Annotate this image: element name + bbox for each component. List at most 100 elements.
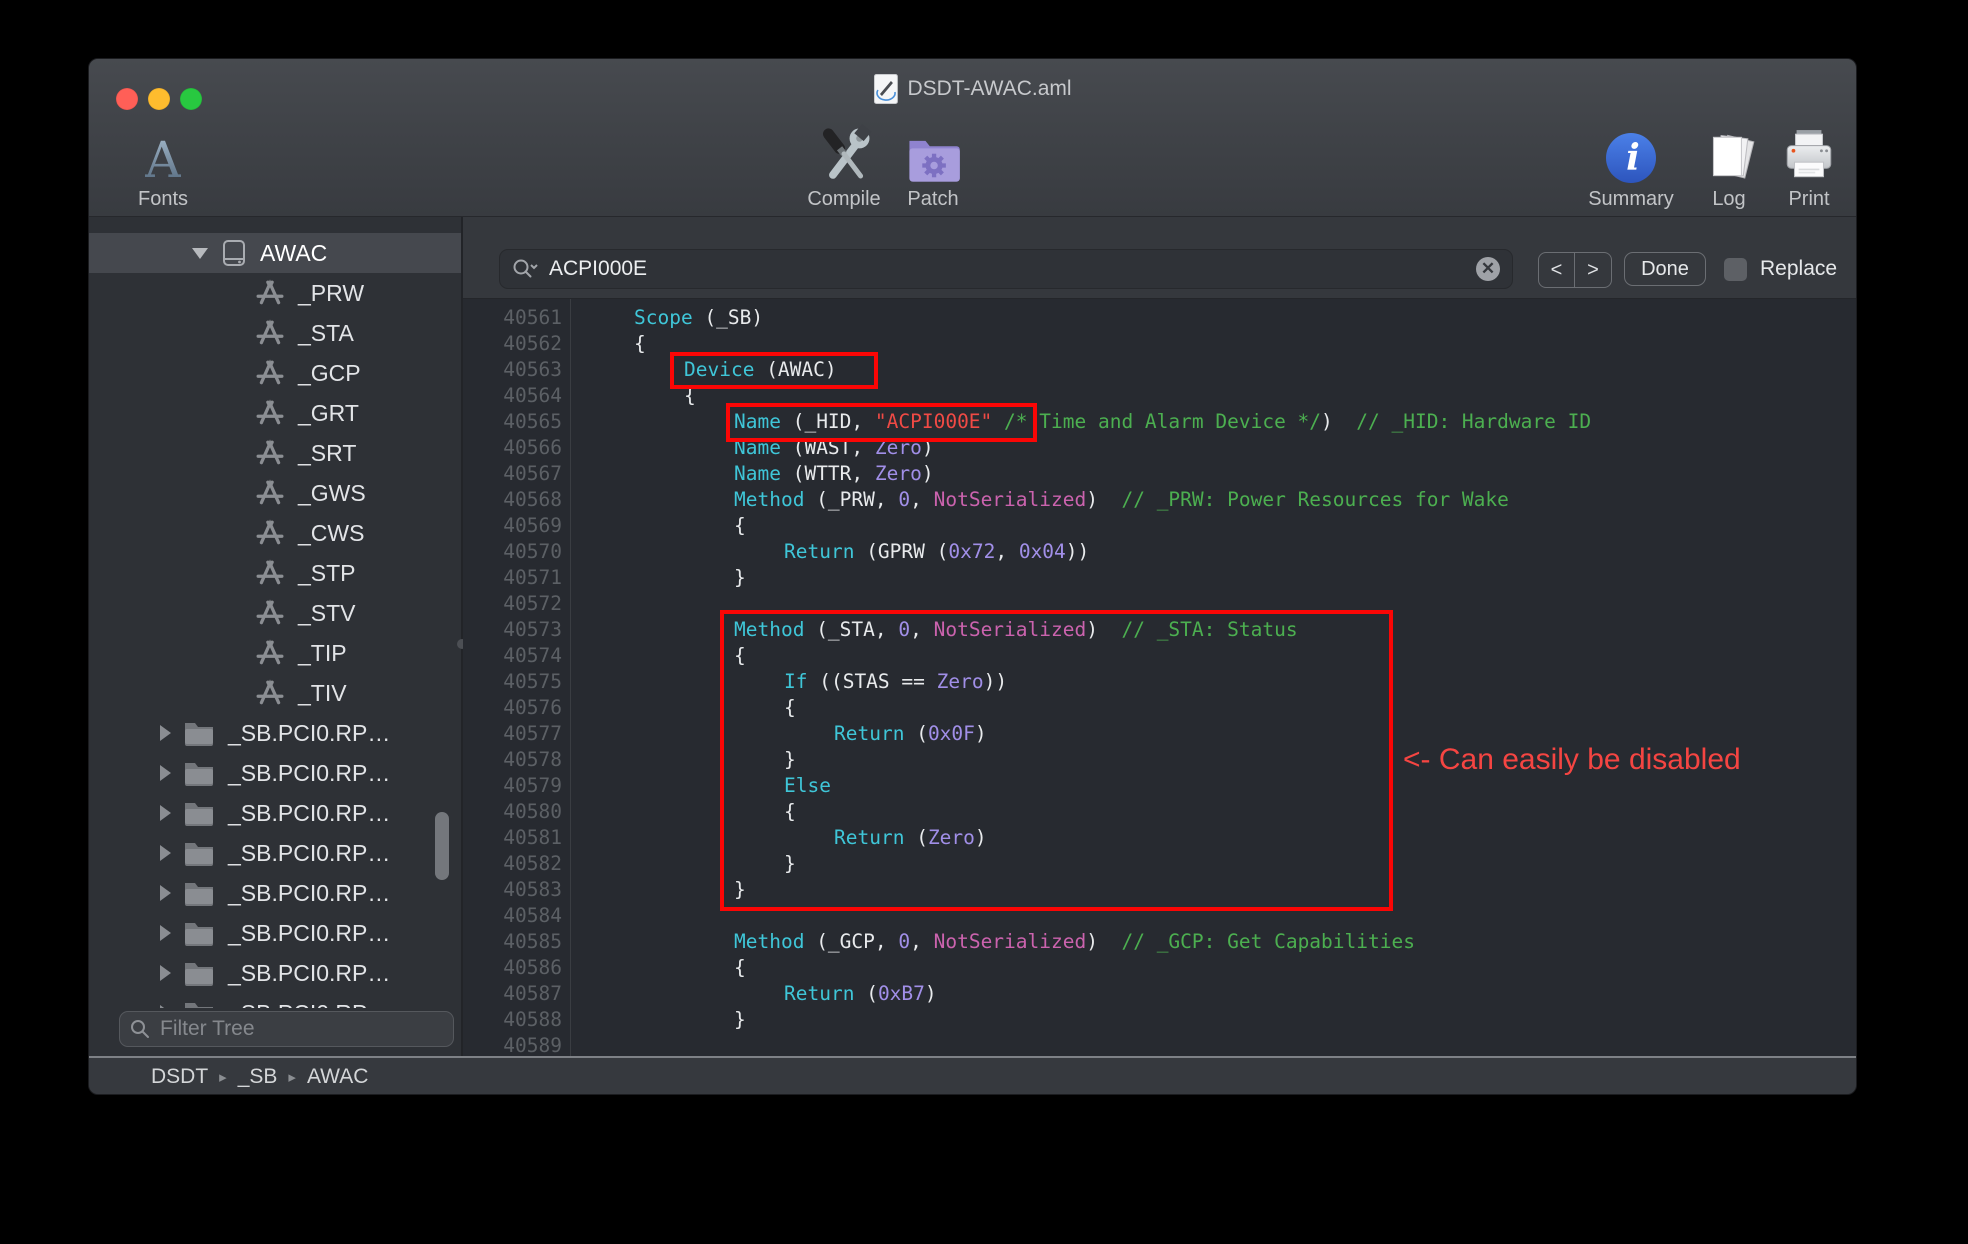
print-button[interactable]: Print: [1769, 119, 1849, 216]
sidebar-item-stp[interactable]: _STP: [89, 553, 461, 593]
disclosure-closed-icon[interactable]: [160, 965, 171, 981]
code-line: 40561Scope (_SB): [463, 305, 1856, 331]
breadcrumb-dsdt[interactable]: DSDT: [151, 1065, 208, 1089]
breadcrumb-awac[interactable]: AWAC: [307, 1065, 368, 1089]
folder-icon: [183, 840, 215, 866]
minimize-window-button[interactable]: [148, 88, 170, 110]
editor-pane: ✕ < > Done Replace 40561Scope (_SB)40562…: [463, 217, 1856, 1056]
sidebar-folder-6[interactable]: _SB.PCI0.RP…: [89, 953, 461, 993]
sidebar-item-label: _GCP: [298, 360, 361, 387]
code-editor[interactable]: 40561Scope (_SB)40562{40563Device (AWAC)…: [463, 299, 1856, 1056]
line-number: 40589: [463, 1033, 570, 1056]
sidebar-item-stv[interactable]: _STV: [89, 593, 461, 633]
folder-icon: [183, 720, 215, 746]
disclosure-closed-icon[interactable]: [160, 885, 171, 901]
code-text: Method (_PRW, 0, NotSerialized) // _PRW:…: [570, 488, 1509, 511]
code-text: Scope (_SB): [570, 306, 763, 329]
sidebar-item-gcp[interactable]: _GCP: [89, 353, 461, 393]
code-line: 40567Name (WTTR, Zero): [463, 461, 1856, 487]
filter-tree-input[interactable]: [158, 1016, 443, 1042]
line-number: 40582: [463, 851, 570, 877]
find-next-button[interactable]: >: [1575, 253, 1611, 287]
line-number: 40564: [463, 383, 570, 409]
sidebar-item-label: _GRT: [298, 400, 359, 427]
sidebar-item-label: _STA: [298, 320, 354, 347]
disclosure-closed-icon[interactable]: [160, 845, 171, 861]
line-number: 40575: [463, 669, 570, 695]
sidebar-item-label: _STP: [298, 560, 356, 587]
line-number: 40562: [463, 331, 570, 357]
code-line: 40587Return (0xB7): [463, 981, 1856, 1007]
breadcrumb-bar: DSDT ▸ _SB ▸ AWAC: [89, 1056, 1856, 1095]
summary-info-icon: i: [1603, 130, 1659, 186]
sidebar-item-srt[interactable]: _SRT: [89, 433, 461, 473]
code-line: 40571}: [463, 565, 1856, 591]
replace-checkbox[interactable]: [1724, 258, 1747, 281]
line-number: 40584: [463, 903, 570, 929]
code-line: 40566Name (WAST, Zero): [463, 435, 1856, 461]
clear-search-button[interactable]: ✕: [1476, 257, 1500, 281]
method-icon: [256, 479, 284, 507]
code-text: Return (GPRW (0x72, 0x04)): [570, 540, 1089, 563]
line-number: 40573: [463, 617, 570, 643]
sidebar-item-cws[interactable]: _CWS: [89, 513, 461, 553]
method-icon: [256, 639, 284, 667]
find-field[interactable]: ✕: [499, 249, 1513, 289]
sidebar-item-label: _TIV: [298, 680, 347, 707]
summary-button[interactable]: i Summary: [1571, 119, 1691, 216]
compile-label: Compile: [807, 188, 880, 211]
disclosure-open-icon[interactable]: [192, 248, 208, 259]
replace-label: Replace: [1760, 257, 1837, 281]
sidebar-folder-7[interactable]: _SB.PCI0.RP…: [89, 993, 461, 1008]
search-menu-icon[interactable]: [512, 258, 538, 280]
folder-icon: [183, 1000, 215, 1008]
disclosure-closed-icon[interactable]: [160, 765, 171, 781]
code-text: }: [570, 1008, 746, 1031]
log-button[interactable]: Log: [1689, 119, 1769, 216]
sidebar-folder-3[interactable]: _SB.PCI0.RP…: [89, 833, 461, 873]
code-line: 40569{: [463, 513, 1856, 539]
sidebar-item-gws[interactable]: _GWS: [89, 473, 461, 513]
sidebar-folder-label: _SB.PCI0.RP…: [228, 880, 390, 907]
tree-root-awac[interactable]: AWAC: [89, 233, 461, 273]
find-input[interactable]: [547, 256, 1467, 282]
find-previous-button[interactable]: <: [1539, 253, 1575, 287]
line-number: 40568: [463, 487, 570, 513]
sidebar-item-tiv[interactable]: _TIV: [89, 673, 461, 713]
code-text: [570, 592, 634, 615]
window-title-area: DSDT-AWAC.aml: [873, 59, 1071, 119]
line-number: 40578: [463, 747, 570, 773]
sidebar-folder-0[interactable]: _SB.PCI0.RP…: [89, 713, 461, 753]
fonts-button[interactable]: A Fonts: [113, 119, 213, 216]
line-number: 40563: [463, 357, 570, 383]
filter-tree-field[interactable]: [119, 1011, 454, 1047]
disclosure-closed-icon[interactable]: [160, 925, 171, 941]
close-window-button[interactable]: [116, 88, 138, 110]
line-number: 40588: [463, 1007, 570, 1033]
done-button[interactable]: Done: [1624, 252, 1706, 286]
disclosure-closed-icon[interactable]: [160, 725, 171, 741]
patch-label: Patch: [907, 188, 958, 211]
zoom-window-button[interactable]: [180, 88, 202, 110]
symbol-tree: AWAC _PRW _STA _GCP _GRT _SRT _GWS _CWS _STP _ST…: [89, 217, 461, 1008]
sidebar-item-grt[interactable]: _GRT: [89, 393, 461, 433]
breadcrumb-sb[interactable]: _SB: [238, 1065, 278, 1089]
code-line: 40585Method (_GCP, 0, NotSerialized) // …: [463, 929, 1856, 955]
sidebar-folder-5[interactable]: _SB.PCI0.RP…: [89, 913, 461, 953]
sidebar-scrollbar-thumb[interactable]: [435, 812, 449, 880]
disclosure-closed-icon[interactable]: [160, 805, 171, 821]
sidebar-item-sta[interactable]: _STA: [89, 313, 461, 353]
patch-button[interactable]: Patch: [883, 119, 983, 216]
sidebar-item-label: _CWS: [298, 520, 364, 547]
line-number: 40576: [463, 695, 570, 721]
find-prev-next-control: < >: [1538, 252, 1612, 288]
sidebar-folder-1[interactable]: _SB.PCI0.RP…: [89, 753, 461, 793]
sidebar-item-label: _SRT: [298, 440, 356, 467]
line-number: 40581: [463, 825, 570, 851]
patch-folder-icon: [903, 130, 963, 186]
sidebar-item-tip[interactable]: _TIP: [89, 633, 461, 673]
document-icon: [873, 74, 897, 104]
sidebar-folder-4[interactable]: _SB.PCI0.RP…: [89, 873, 461, 913]
sidebar-item-prw[interactable]: _PRW: [89, 273, 461, 313]
sidebar-folder-2[interactable]: _SB.PCI0.RP…: [89, 793, 461, 833]
